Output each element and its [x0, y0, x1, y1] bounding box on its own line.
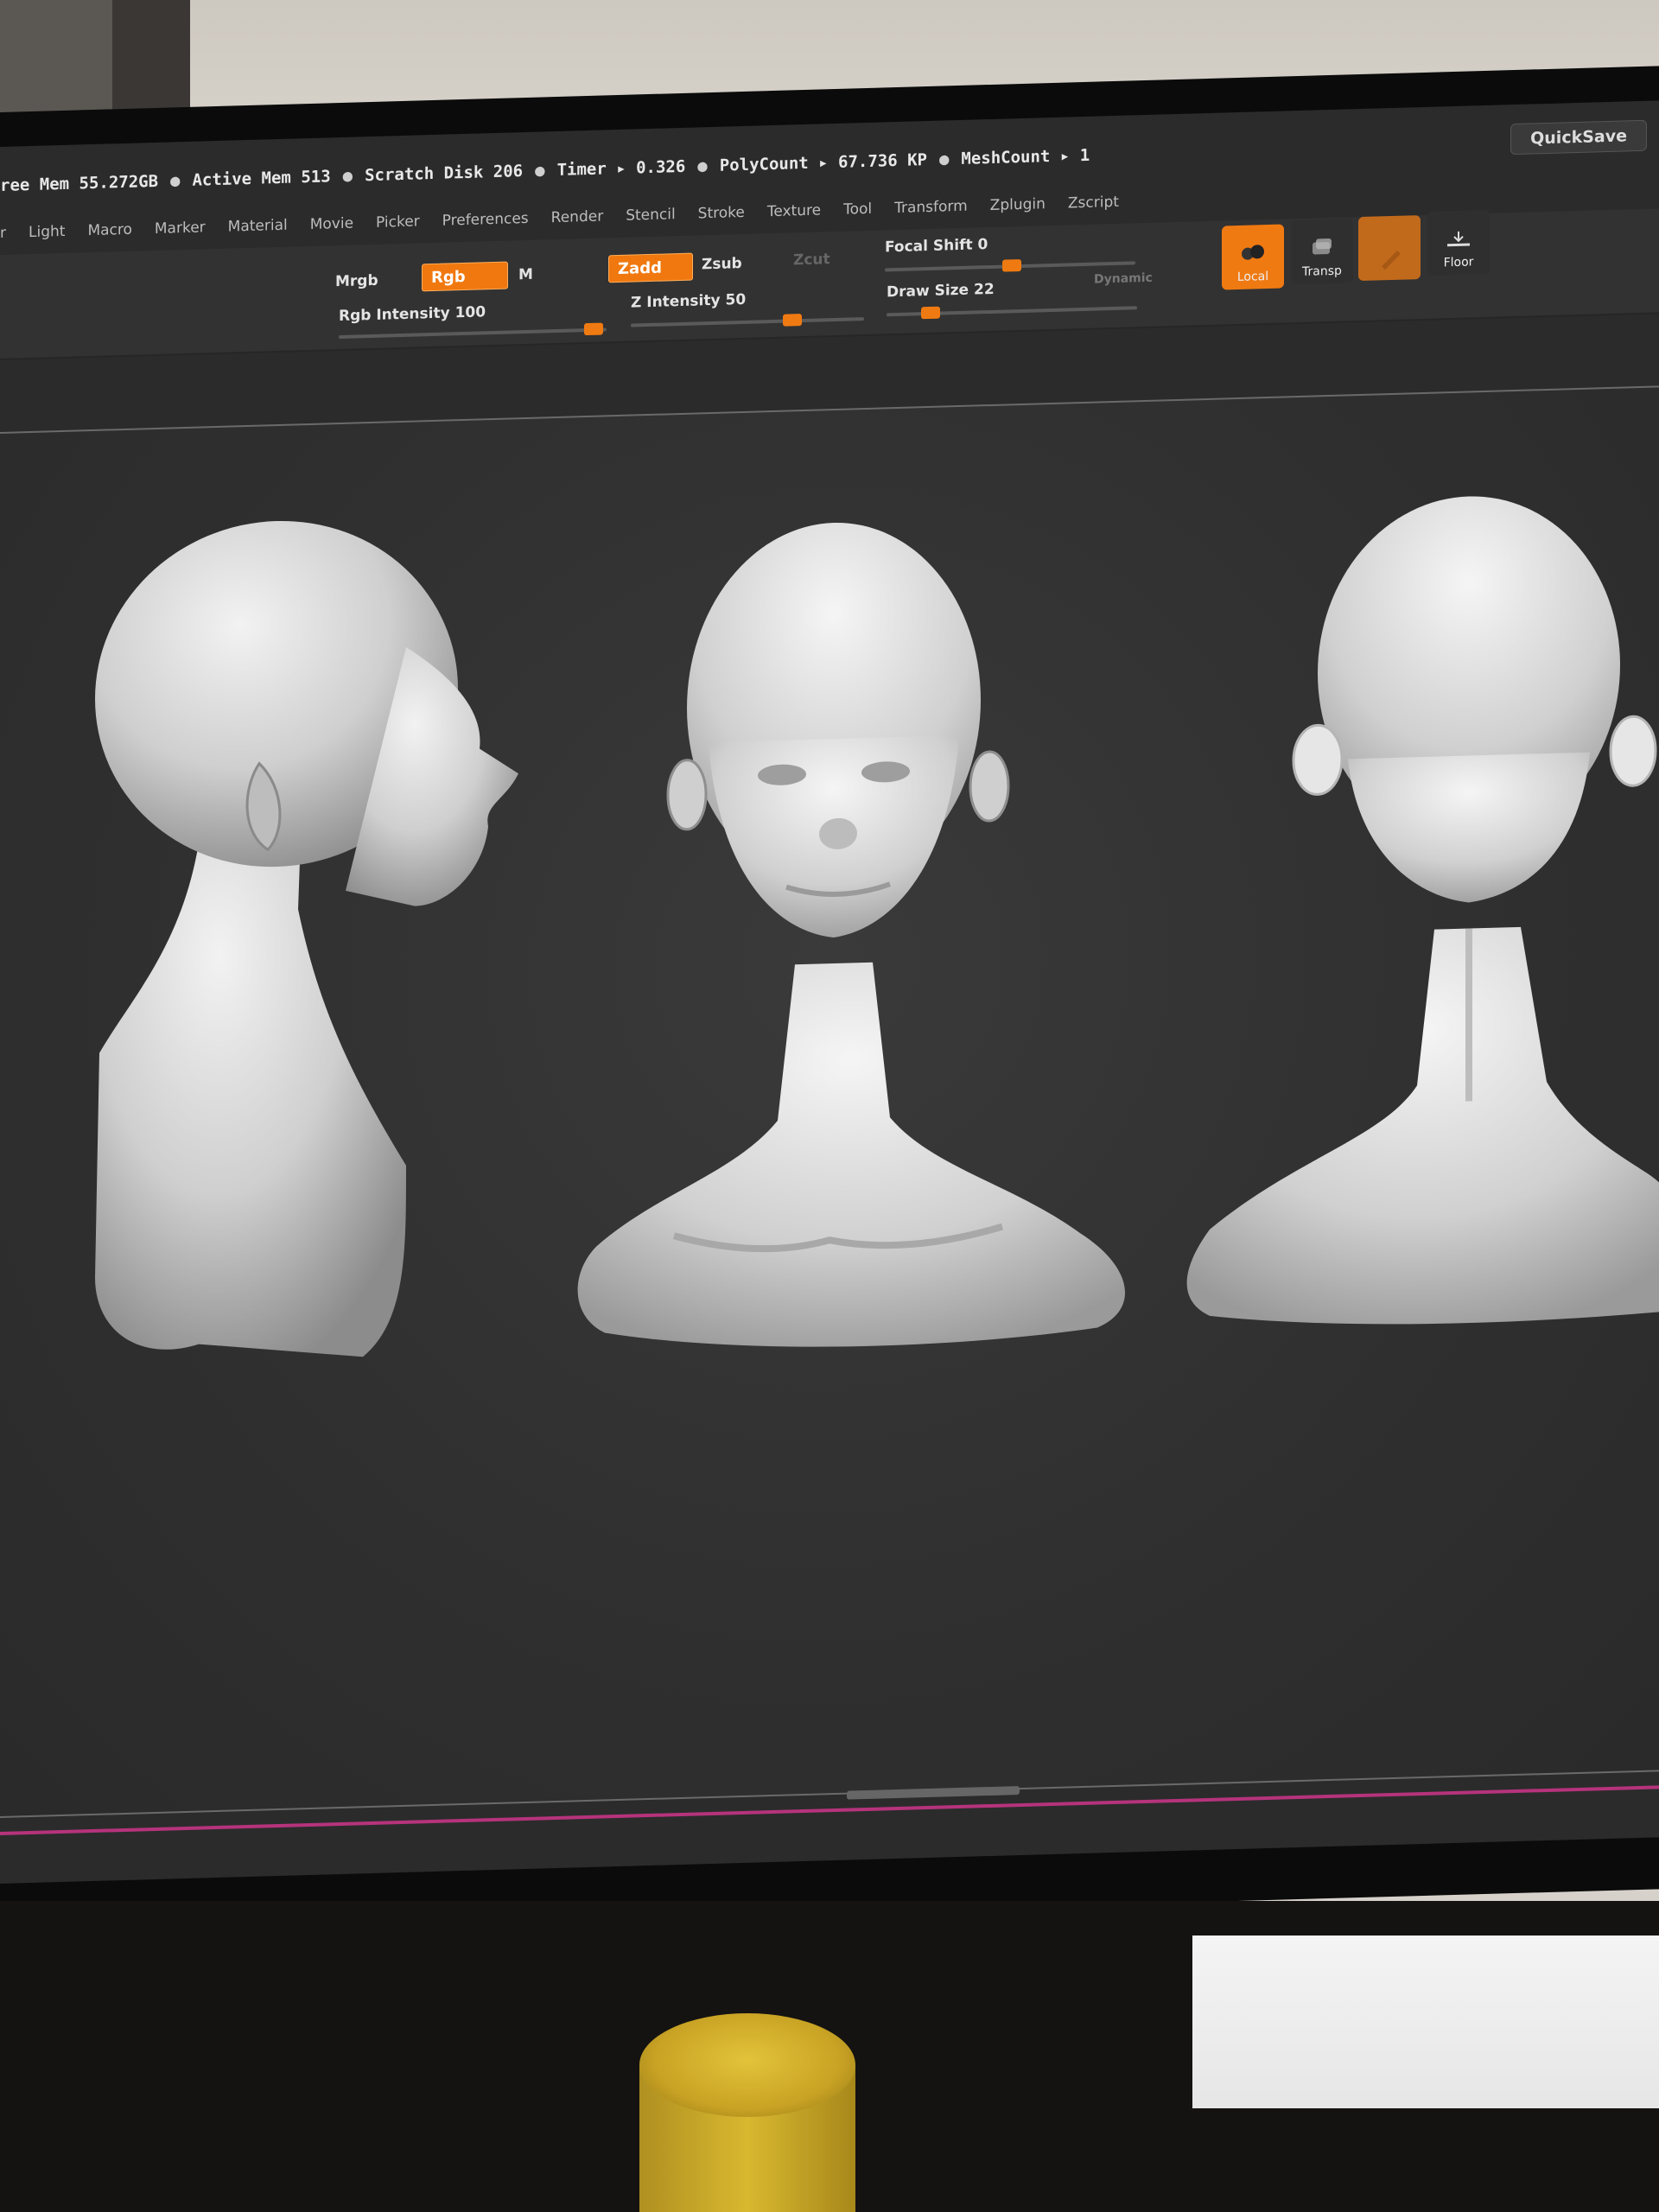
status-free-mem: ree Mem 55.272GB: [0, 171, 159, 195]
status-meshcount: MeshCount ▸ 1: [961, 145, 1090, 168]
menu-item-marker[interactable]: Marker: [155, 219, 206, 238]
ghost-icon: [1382, 250, 1401, 270]
menu-item-macro[interactable]: Macro: [87, 221, 131, 239]
status-active-mem: Active Mem 513: [192, 167, 331, 190]
secondary-monitor: [1192, 1936, 1659, 2108]
document-canvas[interactable]: [0, 385, 1659, 1819]
monitor: ree Mem 55.272GB ● Active Mem 513 ● Scra…: [0, 66, 1659, 1936]
bust-side-view: [95, 520, 518, 1357]
zsub-button[interactable]: Zsub: [702, 255, 742, 273]
focal-shift-label: Focal Shift 0: [885, 236, 988, 257]
transp-label: Transp: [1302, 264, 1342, 279]
bust-front-view: [577, 522, 1126, 1347]
menu-item-movie[interactable]: Movie: [310, 215, 353, 233]
local-button[interactable]: Local: [1222, 224, 1284, 290]
zcut-button[interactable]: Zcut: [793, 251, 830, 269]
dynamic-toggle[interactable]: Dynamic: [1094, 271, 1153, 287]
rgb-button[interactable]: Rgb: [422, 261, 508, 292]
z-intensity-label: Z Intensity 50: [631, 290, 747, 312]
local-label: Local: [1236, 269, 1269, 285]
mrgb-button[interactable]: Mrgb: [335, 272, 378, 290]
rgb-intensity-knob[interactable]: [584, 322, 603, 336]
focal-shift-slider[interactable]: [885, 258, 1135, 272]
menu-item-light[interactable]: Light: [29, 223, 65, 241]
m-button[interactable]: M: [518, 266, 533, 283]
z-intensity-knob[interactable]: [783, 314, 802, 327]
menu-item-transform[interactable]: Transform: [894, 198, 968, 217]
draw-size-slider[interactable]: [887, 306, 1137, 320]
rgb-intensity-label: Rgb Intensity 100: [339, 303, 486, 326]
status-timer: Timer ▸ 0.326: [556, 156, 686, 180]
local-icon: [1242, 245, 1264, 260]
zbrush-window: ree Mem 55.272GB ● Active Mem 513 ● Scra…: [0, 100, 1659, 1884]
menu-item-picker[interactable]: Picker: [376, 213, 420, 231]
quicksave-button[interactable]: QuickSave: [1510, 119, 1647, 156]
menu-item-material[interactable]: Material: [228, 217, 288, 236]
menu-item-texture[interactable]: Texture: [767, 201, 821, 220]
menu-item-tool[interactable]: Tool: [843, 200, 872, 219]
menu-item-r[interactable]: r: [0, 225, 6, 242]
focal-shift-knob[interactable]: [1002, 258, 1021, 272]
floor-icon: [1447, 231, 1470, 247]
status-scratch-disk: Scratch Disk 206: [365, 162, 524, 186]
zadd-button[interactable]: Zadd: [608, 252, 693, 283]
bottle-cap: [639, 2013, 855, 2117]
bust-back-view: [1186, 496, 1659, 1325]
menu-item-zscript[interactable]: Zscript: [1068, 194, 1119, 213]
floor-button[interactable]: Floor: [1427, 209, 1490, 276]
menu-item-render[interactable]: Render: [551, 207, 604, 226]
menu-item-stroke[interactable]: Stroke: [698, 204, 745, 223]
rgb-intensity-slider[interactable]: [339, 322, 607, 340]
menu-item-stencil[interactable]: Stencil: [626, 206, 675, 225]
transp-icon: [1313, 238, 1332, 255]
transp-button[interactable]: Transp: [1291, 219, 1353, 285]
status-polycount: PolyCount ▸ 67.736 KP: [719, 150, 927, 175]
menu-item-preferences[interactable]: Preferences: [442, 210, 529, 230]
draw-size-label: Draw Size 22: [887, 280, 995, 302]
z-intensity-slider[interactable]: [631, 314, 864, 327]
sculpt-viewport: [95, 496, 1659, 1357]
ghost-button[interactable]: [1358, 215, 1421, 282]
draw-size-knob[interactable]: [921, 306, 940, 320]
floor-label: Floor: [1443, 255, 1474, 270]
menu-item-zplugin[interactable]: Zplugin: [990, 195, 1046, 214]
